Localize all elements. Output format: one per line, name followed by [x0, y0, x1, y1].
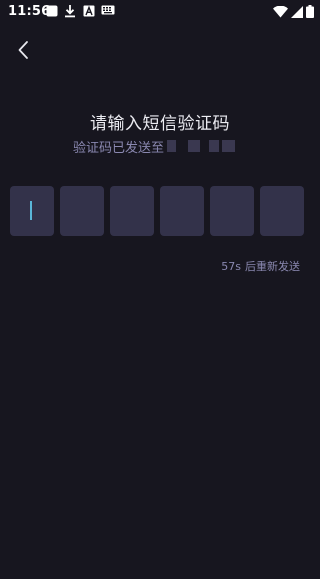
text-a-icon	[83, 5, 95, 17]
sent-to-row: 验证码已发送至	[73, 137, 236, 156]
resend-countdown: 57s 后重新发送	[221, 258, 300, 274]
code-digit-box-6[interactable]	[260, 186, 304, 236]
resend-label: 后重新发送	[245, 260, 300, 273]
battery-icon	[306, 5, 314, 18]
page-title: 请输入短信验证码	[90, 114, 230, 134]
mask-block	[222, 140, 236, 152]
text-cursor	[30, 201, 32, 220]
mask-block	[167, 140, 177, 152]
code-digit-box-2[interactable]	[60, 186, 104, 236]
mask-block	[188, 140, 201, 152]
download-icon	[65, 5, 75, 18]
back-button[interactable]	[10, 36, 38, 64]
chevron-left-icon	[18, 41, 28, 59]
code-digit-box-5[interactable]	[210, 186, 254, 236]
status-bar: 11:56	[0, 0, 320, 24]
sent-to-label: 验证码已发送至	[73, 140, 165, 156]
code-digit-box-3[interactable]	[110, 186, 154, 236]
code-digit-box-4[interactable]	[160, 186, 204, 236]
wifi-icon	[273, 5, 288, 17]
status-indicators	[273, 5, 314, 18]
mask-block	[209, 140, 220, 152]
keyboard-icon	[101, 5, 115, 15]
cellular-signal-icon	[291, 5, 303, 18]
status-time: 11:56	[8, 4, 51, 19]
square-notification-icon	[46, 5, 58, 17]
code-digit-box-1[interactable]	[10, 186, 54, 236]
masked-phone-number	[166, 140, 236, 152]
countdown-seconds: 57s	[221, 260, 241, 273]
verification-code-input[interactable]	[10, 186, 304, 236]
